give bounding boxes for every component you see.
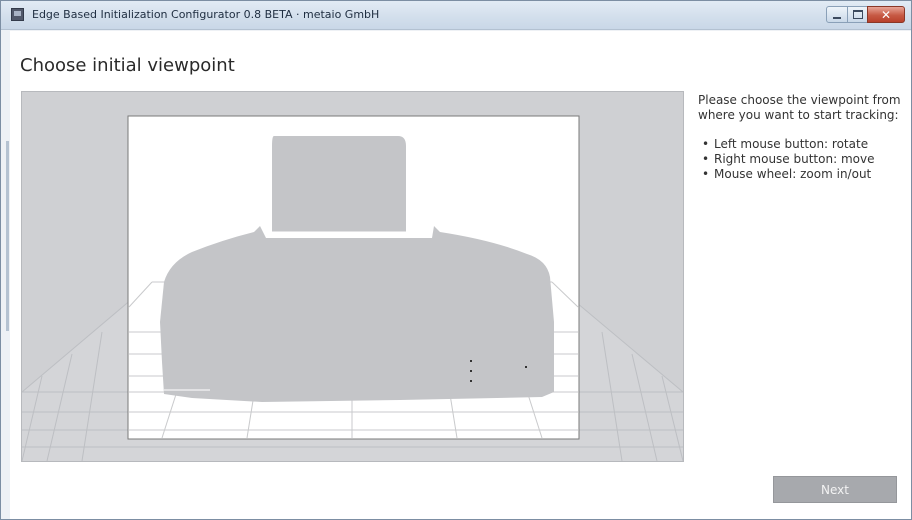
3d-viewport[interactable] (21, 91, 684, 462)
close-button[interactable]: ✕ (867, 6, 905, 23)
instruction-move: Right mouse button: move (698, 152, 903, 167)
next-button[interactable]: Next (773, 476, 897, 503)
viewport-scene[interactable] (22, 92, 683, 461)
title-bar[interactable]: Edge Based Initialization Configurator 0… (1, 1, 911, 30)
window-frame-edge (6, 141, 9, 331)
instructions-panel: Please choose the viewpoint from where y… (698, 93, 903, 182)
instructions-list: Left mouse button: rotate Right mouse bu… (698, 137, 903, 182)
model-body (160, 226, 554, 402)
model-top (272, 136, 406, 232)
instruction-zoom: Mouse wheel: zoom in/out (698, 167, 903, 182)
maximize-button[interactable] (847, 6, 868, 23)
instruction-rotate: Left mouse button: rotate (698, 137, 903, 152)
maximize-icon (852, 10, 863, 19)
app-window: Edge Based Initialization Configurator 0… (0, 0, 912, 520)
page-title: Choose initial viewpoint (20, 55, 235, 76)
instructions-intro: Please choose the viewpoint from where y… (698, 93, 901, 122)
app-icon[interactable] (11, 8, 24, 21)
close-icon: ✕ (880, 7, 892, 22)
minimize-button[interactable] (826, 6, 848, 23)
window-title: Edge Based Initialization Configurator 0… (32, 8, 380, 21)
minimize-icon (833, 16, 841, 19)
